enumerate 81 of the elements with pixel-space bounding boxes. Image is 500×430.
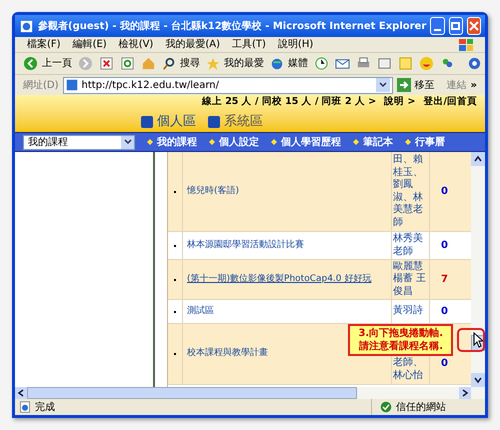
page-icon xyxy=(66,79,78,91)
security-zone: 信任的網站 xyxy=(396,400,446,414)
scroll-right-icon[interactable] xyxy=(461,389,469,397)
back-icon xyxy=(23,56,38,71)
refresh-icon[interactable] xyxy=(120,56,135,71)
callout-text: 3.向下拖曳捲動軸. xyxy=(358,327,443,340)
search-button[interactable]: 搜尋 xyxy=(162,56,200,71)
diamond-icon xyxy=(353,139,359,145)
course-link[interactable]: 校本課程與教學計畫 xyxy=(187,347,268,361)
message-count: 7 xyxy=(441,274,448,286)
menu-item[interactable]: 檔案(F) xyxy=(27,37,61,52)
diamond-icon xyxy=(405,139,411,145)
teacher-name[interactable]: 歐麗慧楊蓄 王俊昌 xyxy=(393,260,428,298)
nav-link[interactable]: 我的課程 xyxy=(147,134,197,150)
message-count: 0 xyxy=(441,186,448,198)
cursor-icon xyxy=(473,332,483,348)
status-text: 完成 xyxy=(35,400,55,414)
message-count: 0 xyxy=(441,358,448,371)
gear-icon[interactable] xyxy=(467,56,482,71)
diamond-icon xyxy=(147,139,153,145)
course-dropdown[interactable]: 我的課程 xyxy=(23,134,135,150)
search-icon xyxy=(162,56,176,70)
windows-logo-icon xyxy=(459,38,473,50)
nav-link[interactable]: 個人學習歷程 xyxy=(271,134,341,150)
diamond-icon xyxy=(209,139,215,145)
scrollbar-thumb[interactable] xyxy=(27,387,357,399)
course-link[interactable]: 憶兒時(客語) xyxy=(187,184,240,198)
scroll-down-icon[interactable] xyxy=(474,376,482,384)
media-button[interactable]: 媒體 xyxy=(270,56,308,71)
teacher-name[interactable]: 老師、林心怡 xyxy=(393,357,428,382)
nav-link[interactable]: 個人設定 xyxy=(209,134,259,150)
links-label[interactable]: 連結 xyxy=(446,78,467,92)
teacher-name[interactable]: 黃羽詩 xyxy=(393,305,423,318)
star-icon xyxy=(206,56,220,70)
favorites-button[interactable]: 我的最愛 xyxy=(206,56,264,71)
chevron-down-icon xyxy=(378,82,387,88)
message-count: 0 xyxy=(441,240,448,252)
help-link[interactable]: 說明 > xyxy=(384,95,416,110)
course-link[interactable]: 林本源園邸學習活動設計比賽 xyxy=(187,238,304,252)
menu-item[interactable]: 說明(H) xyxy=(278,37,314,52)
arrow-right-icon xyxy=(398,80,409,90)
check-icon xyxy=(380,401,392,413)
scroll-up-icon[interactable] xyxy=(474,155,482,163)
address-field[interactable]: http://tpc.k12.edu.tw/learn/ xyxy=(62,76,393,94)
callout-text: 請注意看課程名稱. xyxy=(359,340,443,353)
vertical-scrollbar[interactable] xyxy=(471,152,485,387)
online-count: 線上 25 人 / 同校 15 人 / 同班 2 人 > xyxy=(202,95,376,109)
globe-icon xyxy=(270,56,284,70)
address-label: 網址(D) xyxy=(23,78,59,92)
teacher-name[interactable]: 田、賴桂玉、劉鳳淑、林美慧老師 xyxy=(393,154,428,229)
go-button[interactable]: 移至 xyxy=(396,78,435,92)
logout-link[interactable]: 登出/回首頁 xyxy=(424,95,477,110)
horizontal-scrollbar[interactable] xyxy=(15,387,485,399)
chevron-down-icon xyxy=(124,139,132,145)
minimize-button[interactable] xyxy=(430,17,445,35)
back-button[interactable]: 上一頁 xyxy=(23,56,72,71)
course-link[interactable]: (第十一期)數位影像後製PhotoCap4.0 好好玩 xyxy=(187,272,372,286)
diamond-icon xyxy=(271,139,277,145)
window-title: 參觀者(guest) - 我的課程 - 台北縣k12數位學校 - Microsoft Internet Explorer xyxy=(38,20,426,34)
nav-link[interactable]: 筆記本 xyxy=(353,134,393,150)
maximize-button[interactable] xyxy=(448,17,463,35)
browser-icon xyxy=(19,18,34,34)
smiley-icon[interactable] xyxy=(419,56,434,71)
menu-item[interactable]: 檢視(V) xyxy=(118,37,154,52)
dropdown-button[interactable] xyxy=(376,78,390,92)
stop-icon[interactable] xyxy=(99,56,114,71)
nav-link[interactable]: 行事曆 xyxy=(405,134,445,150)
history-icon[interactable] xyxy=(314,56,329,71)
menu-item[interactable]: 我的最愛(A) xyxy=(165,37,220,52)
scroll-left-icon[interactable] xyxy=(17,389,25,397)
page-icon xyxy=(19,401,31,413)
course-link[interactable]: 測試區 xyxy=(187,304,214,318)
close-button[interactable] xyxy=(466,17,482,35)
menu-item[interactable]: 編輯(E) xyxy=(72,37,107,52)
area-tab[interactable]: 系統區 xyxy=(208,112,263,132)
teacher-name[interactable]: 林秀美老師 xyxy=(393,233,428,258)
menu-item[interactable]: 工具(T) xyxy=(232,37,266,52)
edit-icon[interactable] xyxy=(377,56,392,71)
area-tab[interactable]: 個人區 xyxy=(141,112,196,132)
more-button[interactable]: » xyxy=(470,78,477,92)
message-count: 0 xyxy=(441,306,448,318)
